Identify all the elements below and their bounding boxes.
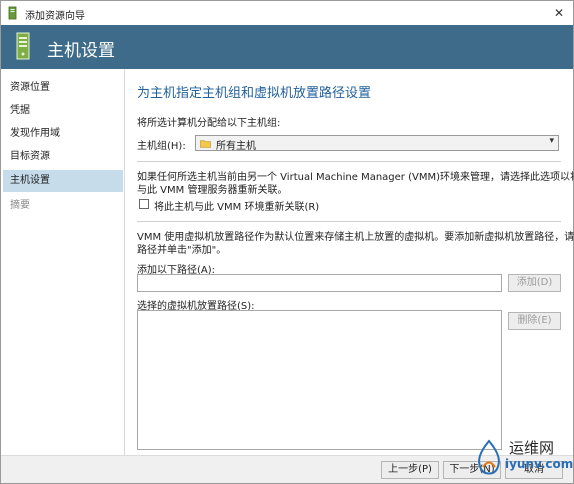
watermark: 运维网 iyunv.com xyxy=(469,433,573,481)
watermark-logo-icon xyxy=(478,439,500,475)
section-heading: 为主机指定主机组和虚拟机放置路径设置 xyxy=(137,86,372,101)
watermark-url: iyunv.com xyxy=(505,457,574,471)
sidebar-item-target-resources[interactable]: 目标资源 xyxy=(3,146,123,168)
host-server-icon xyxy=(16,32,30,60)
host-group-label: 主机组(H): xyxy=(137,141,186,152)
sidebar-item-credentials[interactable]: 凭据 xyxy=(3,100,123,122)
add-path-button[interactable]: 添加(D) xyxy=(508,274,561,292)
close-button[interactable]: ✕ xyxy=(551,5,567,21)
sidebar-item-summary: 摘要 xyxy=(10,200,30,211)
server-icon xyxy=(8,6,17,20)
chevron-down-icon[interactable]: ▾ xyxy=(549,136,554,146)
assign-host-group-label: 将所选计算机分配给以下主机组: xyxy=(137,118,281,129)
watermark-text: 运维网 xyxy=(509,439,555,457)
wizard-steps-sidebar: 资源位置 凭据 发现作用域 目标资源 主机设置 摘要 xyxy=(1,69,125,455)
folder-icon xyxy=(200,140,211,148)
page-banner: 主机设置 xyxy=(1,25,573,69)
placement-info-line2: 路径并单击"添加"。 xyxy=(137,245,227,256)
sidebar-item-resource-location[interactable]: 资源位置 xyxy=(3,77,123,99)
page-title: 主机设置 xyxy=(47,41,115,61)
reassociate-checkbox[interactable] xyxy=(139,199,149,209)
sidebar-item-host-settings[interactable]: 主机设置 xyxy=(3,170,123,192)
host-group-value: 所有主机 xyxy=(216,141,256,152)
window-title: 添加资源向导 xyxy=(25,11,85,22)
previous-button[interactable]: 上一步(P) xyxy=(381,461,439,479)
remove-path-button[interactable]: 删除(E) xyxy=(508,312,561,330)
reassociate-checkbox-label[interactable]: 将此主机与此 VMM 环境重新关联(R) xyxy=(154,198,319,213)
add-path-input[interactable] xyxy=(137,274,502,292)
wizard-window: 添加资源向导 ✕ 主机设置 资源位置 凭据 发现作用域 目标资源 主机设置 摘要… xyxy=(0,0,574,484)
selected-paths-list[interactable] xyxy=(137,310,502,450)
sidebar-item-discovery-scope[interactable]: 发现作用域 xyxy=(3,123,123,145)
separator xyxy=(137,221,561,222)
title-bar: 添加资源向导 ✕ xyxy=(1,1,573,25)
host-group-select[interactable]: 所有主机 ▾ xyxy=(195,135,559,152)
vmm-info-line2: 与此 VMM 管理服务器重新关联。 xyxy=(137,185,288,196)
main-content: 为主机指定主机组和虚拟机放置路径设置 将所选计算机分配给以下主机组: 主机组(H… xyxy=(126,69,574,455)
separator xyxy=(137,161,561,162)
